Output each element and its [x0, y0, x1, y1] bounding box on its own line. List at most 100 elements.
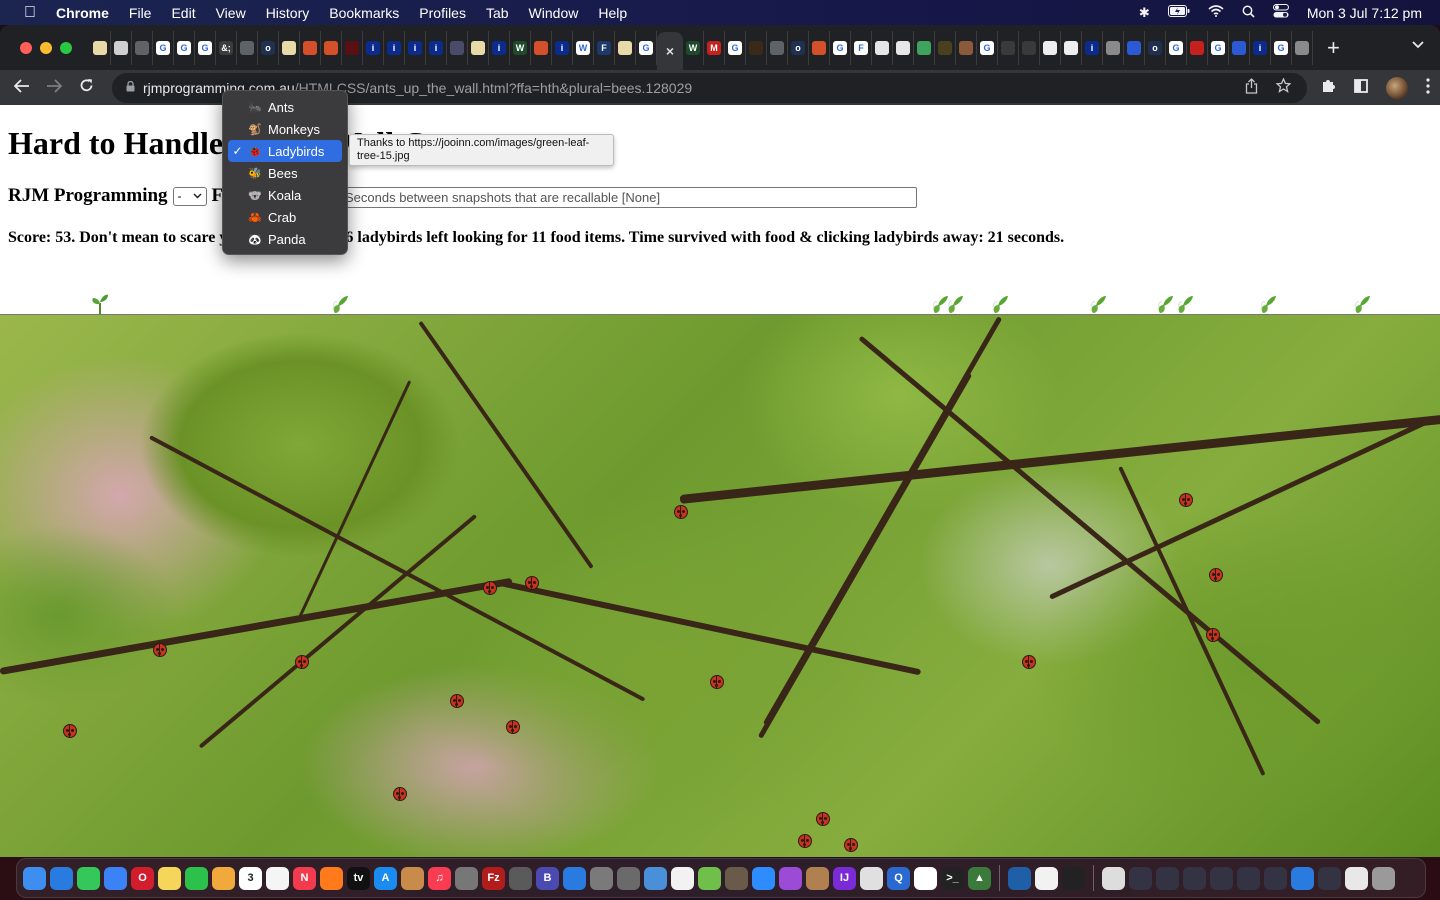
- tab-a-22[interactable]: i: [552, 30, 573, 65]
- facetime-icon[interactable]: [185, 866, 208, 890]
- menu-view[interactable]: View: [216, 5, 246, 21]
- window-thumbnail-icon[interactable]: [1156, 866, 1179, 890]
- tab-b-14[interactable]: G: [977, 30, 998, 65]
- mamp-icon[interactable]: [617, 866, 640, 890]
- window-thumbnail-icon[interactable]: [1183, 866, 1206, 890]
- filezilla-icon[interactable]: Fz: [482, 866, 505, 890]
- tab-a-25[interactable]: [615, 30, 636, 65]
- ladybird-icon[interactable]: [294, 655, 310, 669]
- mode-select[interactable]: -: [172, 186, 207, 206]
- bbedit-icon[interactable]: B: [536, 866, 559, 890]
- tab-b-16[interactable]: [1019, 30, 1040, 65]
- creature-option-crab[interactable]: 🦀 Crab: [228, 206, 342, 228]
- tab-b-17[interactable]: [1040, 30, 1061, 65]
- ladybird-icon[interactable]: [1205, 628, 1221, 642]
- leaf-icon[interactable]: [945, 293, 965, 315]
- leaf-icon[interactable]: [1088, 293, 1108, 315]
- snapshot-seconds-input[interactable]: Seconds between snapshots that are recal…: [340, 187, 917, 208]
- menu-bookmarks[interactable]: Bookmarks: [329, 5, 399, 21]
- system-settings-icon[interactable]: [590, 866, 613, 890]
- lock-icon[interactable]: [126, 80, 135, 95]
- tab-a-26[interactable]: G: [636, 30, 657, 65]
- extensions-puzzle-icon[interactable]: [1321, 78, 1336, 97]
- forward-button[interactable]: [38, 77, 70, 98]
- tab-a-3[interactable]: G: [153, 30, 174, 65]
- leaf-icon[interactable]: [330, 293, 350, 315]
- menu-help[interactable]: Help: [598, 5, 627, 21]
- globe-icon[interactable]: [1291, 866, 1314, 890]
- calculator-icon[interactable]: [509, 866, 532, 890]
- tab-search-button[interactable]: [1412, 37, 1424, 52]
- reminders-icon[interactable]: [266, 866, 289, 890]
- tab-a-11[interactable]: [321, 30, 342, 65]
- ladybird-icon[interactable]: [815, 812, 831, 826]
- terminal-icon[interactable]: [1062, 866, 1085, 890]
- leaf-icon[interactable]: [1155, 293, 1175, 315]
- menu-edit[interactable]: Edit: [171, 5, 195, 21]
- tab-b-29[interactable]: [1292, 30, 1313, 65]
- window-thumbnail-icon[interactable]: [1318, 866, 1341, 890]
- tab-a-9[interactable]: [279, 30, 300, 65]
- tab-a-23[interactable]: W: [573, 30, 594, 65]
- terminal-icon[interactable]: >_: [941, 866, 964, 890]
- ladybird-icon[interactable]: [843, 838, 859, 852]
- ladybird-icon[interactable]: [1021, 655, 1037, 669]
- ladybird-icon[interactable]: [449, 694, 465, 708]
- tab-b-21[interactable]: [1124, 30, 1145, 65]
- messages-icon[interactable]: [77, 866, 100, 890]
- tab-a-8[interactable]: o: [258, 30, 279, 65]
- calendar-icon[interactable]: 3: [239, 866, 262, 890]
- contacts-icon[interactable]: [806, 866, 829, 890]
- ladybird-icon[interactable]: [524, 576, 540, 590]
- window-thumbnail-icon[interactable]: [1237, 866, 1260, 890]
- tab-b-27[interactable]: i: [1250, 30, 1271, 65]
- leaf-icon[interactable]: [1258, 293, 1278, 315]
- tab-a-10[interactable]: [300, 30, 321, 65]
- menu-tab[interactable]: Tab: [486, 5, 509, 21]
- window-thumbnail-icon[interactable]: [1264, 866, 1287, 890]
- ladybird-icon[interactable]: [1178, 493, 1194, 507]
- ladybird-icon[interactable]: [482, 581, 498, 595]
- triangle-app-icon[interactable]: ▲: [968, 866, 991, 890]
- tab-b-8[interactable]: F: [851, 30, 872, 65]
- preview-icon[interactable]: [644, 866, 667, 890]
- tab-b-18[interactable]: [1061, 30, 1082, 65]
- app-store-icon[interactable]: A: [374, 866, 397, 890]
- tab-a-0[interactable]: [90, 30, 111, 65]
- chrome-icon[interactable]: [860, 866, 883, 890]
- tab-b-26[interactable]: [1229, 30, 1250, 65]
- zoom-icon[interactable]: [752, 866, 775, 890]
- launchpad-icon[interactable]: [455, 866, 478, 890]
- menu-app-chrome[interactable]: Chrome: [56, 5, 109, 21]
- ladybird-icon[interactable]: [709, 675, 725, 689]
- tab-a-4[interactable]: G: [174, 30, 195, 65]
- creature-option-koala[interactable]: 🐨 Koala: [228, 184, 342, 206]
- game-board[interactable]: [0, 314, 1440, 857]
- creature-option-ladybirds[interactable]: ✓ 🐞 Ladybirds: [228, 140, 342, 162]
- close-window-button[interactable]: [20, 41, 32, 54]
- firefox-icon[interactable]: [320, 866, 343, 890]
- news-icon[interactable]: N: [293, 866, 316, 890]
- notes-icon[interactable]: [158, 866, 181, 890]
- textedit-icon[interactable]: [1035, 866, 1058, 890]
- tab-b-1[interactable]: M: [704, 30, 725, 65]
- music-icon[interactable]: ♫: [428, 866, 451, 890]
- tab-a-14[interactable]: i: [384, 30, 405, 65]
- creature-option-monkeys[interactable]: 🐒 Monkeys: [228, 118, 342, 140]
- tab-b-24[interactable]: [1187, 30, 1208, 65]
- maps-icon[interactable]: [698, 866, 721, 890]
- tab-b-0[interactable]: W: [683, 30, 704, 65]
- tab-a-6[interactable]: &;: [216, 30, 237, 65]
- trash-icon[interactable]: [1372, 866, 1395, 890]
- close-tab-icon[interactable]: ×: [663, 44, 677, 58]
- paint-palette-icon[interactable]: [401, 866, 424, 890]
- photos-icon[interactable]: [212, 866, 235, 890]
- tab-b-20[interactable]: [1103, 30, 1124, 65]
- xcode-icon[interactable]: [563, 866, 586, 890]
- tab-a-2[interactable]: [132, 30, 153, 65]
- ladybird-icon[interactable]: [505, 720, 521, 734]
- seedling-icon[interactable]: [90, 293, 110, 315]
- control-center-icon[interactable]: [1272, 4, 1289, 21]
- textedit-icon[interactable]: [671, 866, 694, 890]
- window-thumbnail-icon[interactable]: [1210, 866, 1233, 890]
